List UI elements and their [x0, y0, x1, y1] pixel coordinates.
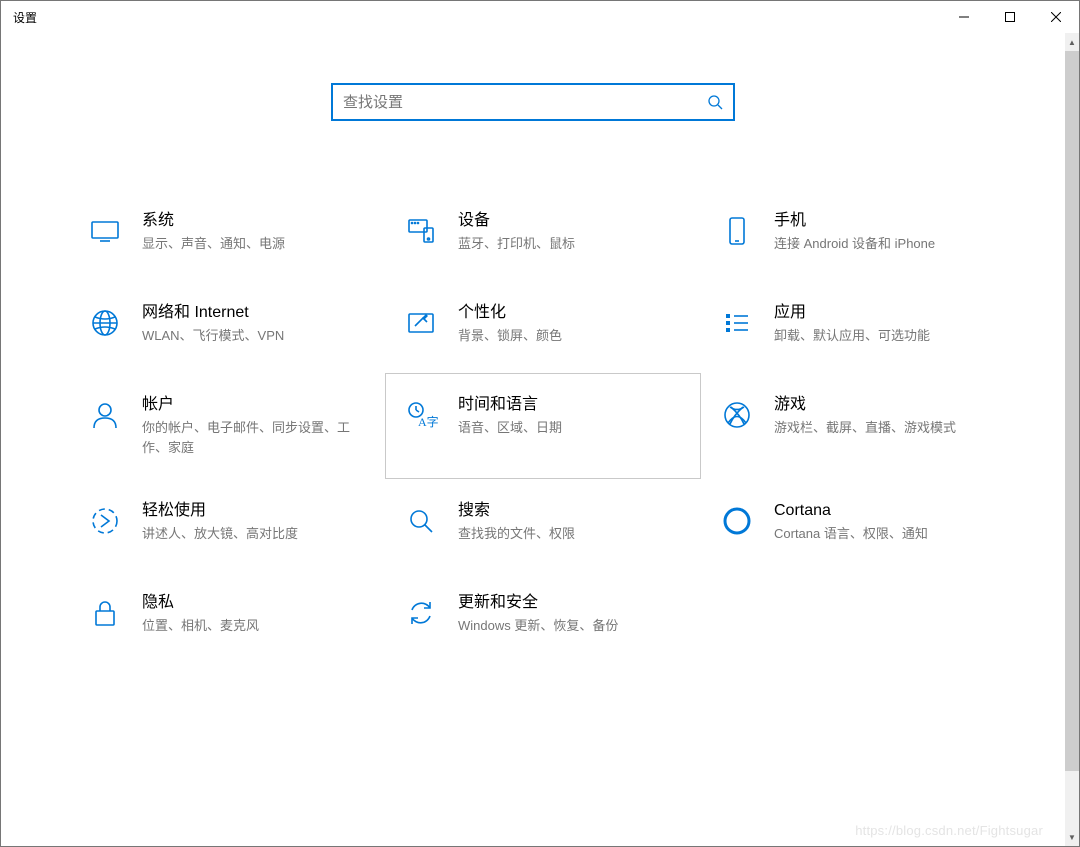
tile-update[interactable]: 更新和安全Windows 更新、恢复、备份	[385, 571, 701, 663]
tile-time-language[interactable]: A字 时间和语言语音、区域、日期	[385, 373, 701, 479]
tile-system[interactable]: 系统显示、声音、通知、电源	[69, 189, 385, 281]
tile-phone[interactable]: 手机连接 Android 设备和 iPhone	[701, 189, 1017, 281]
settings-grid: 系统显示、声音、通知、电源 设备蓝牙、打印机、鼠标 手机连接 Android 设备和…	[1, 141, 1065, 663]
tile-title: 轻松使用	[142, 500, 298, 522]
vertical-scrollbar[interactable]: ▲ ▼	[1065, 33, 1079, 846]
watermark: https://blog.csdn.net/Fightsugar	[855, 823, 1043, 838]
tile-description: 蓝牙、打印机、鼠标	[458, 234, 575, 254]
personalize-icon	[402, 304, 440, 342]
tile-title: 手机	[774, 210, 935, 232]
search-icon	[402, 502, 440, 540]
update-icon	[402, 594, 440, 632]
tile-text: 个性化背景、锁屏、颜色	[458, 302, 562, 346]
window-title: 设置	[1, 9, 37, 26]
tile-description: Cortana 语言、权限、通知	[774, 524, 928, 544]
apps-list-icon	[718, 304, 756, 342]
scrollbar-thumb[interactable]	[1065, 51, 1079, 771]
tile-ease-of-access[interactable]: 轻松使用讲述人、放大镜、高对比度	[69, 479, 385, 571]
tile-gaming[interactable]: 游戏游戏栏、截屏、直播、游戏模式	[701, 373, 1017, 479]
lock-icon	[86, 594, 124, 632]
phone-icon	[718, 212, 756, 250]
tile-text: 手机连接 Android 设备和 iPhone	[774, 210, 935, 254]
tile-description: 显示、声音、通知、电源	[142, 234, 285, 254]
tile-description: 位置、相机、麦克风	[142, 616, 259, 636]
globe-icon	[86, 304, 124, 342]
tile-description: 卸载、默认应用、可选功能	[774, 326, 930, 346]
tile-title: 系统	[142, 210, 285, 232]
tile-accounts[interactable]: 帐户你的帐户、电子邮件、同步设置、工作、家庭	[69, 373, 385, 479]
window-controls	[941, 1, 1079, 33]
tile-title: 游戏	[774, 394, 956, 416]
tile-description: 游戏栏、截屏、直播、游戏模式	[774, 418, 956, 438]
tile-description: 语音、区域、日期	[458, 418, 562, 438]
title-bar: 设置	[1, 1, 1079, 33]
tile-text: 轻松使用讲述人、放大镜、高对比度	[142, 500, 298, 544]
tile-text: 设备蓝牙、打印机、鼠标	[458, 210, 575, 254]
tile-text: 更新和安全Windows 更新、恢复、备份	[458, 592, 618, 636]
tile-cortana[interactable]: CortanaCortana 语言、权限、通知	[701, 479, 1017, 571]
tile-title: 搜索	[458, 500, 575, 522]
search-input[interactable]	[333, 85, 697, 119]
tile-description: 查找我的文件、权限	[458, 524, 575, 544]
tile-text: 帐户你的帐户、电子邮件、同步设置、工作、家庭	[142, 394, 362, 458]
minimize-button[interactable]	[941, 1, 987, 33]
maximize-button[interactable]	[987, 1, 1033, 33]
content-area: 系统显示、声音、通知、电源 设备蓝牙、打印机、鼠标 手机连接 Android 设备和…	[1, 33, 1065, 846]
close-button[interactable]	[1033, 1, 1079, 33]
scroll-down-icon[interactable]: ▼	[1065, 828, 1079, 846]
scroll-up-icon[interactable]: ▲	[1065, 33, 1079, 51]
tile-text: 系统显示、声音、通知、电源	[142, 210, 285, 254]
tile-description: WLAN、飞行模式、VPN	[142, 326, 284, 346]
tile-search[interactable]: 搜索查找我的文件、权限	[385, 479, 701, 571]
ease-of-access-icon	[86, 502, 124, 540]
tile-network[interactable]: 网络和 InternetWLAN、飞行模式、VPN	[69, 281, 385, 373]
cortana-icon	[718, 502, 756, 540]
devices-icon	[402, 212, 440, 250]
person-icon	[86, 396, 124, 434]
tile-text: 搜索查找我的文件、权限	[458, 500, 575, 544]
tile-title: 网络和 Internet	[142, 302, 284, 324]
tile-text: 应用卸载、默认应用、可选功能	[774, 302, 930, 346]
tile-title: 时间和语言	[458, 394, 562, 416]
tile-description: 连接 Android 设备和 iPhone	[774, 234, 935, 254]
tile-description: 你的帐户、电子邮件、同步设置、工作、家庭	[142, 418, 362, 458]
tile-privacy[interactable]: 隐私位置、相机、麦克风	[69, 571, 385, 663]
tile-text: 游戏游戏栏、截屏、直播、游戏模式	[774, 394, 956, 438]
tile-text: 隐私位置、相机、麦克风	[142, 592, 259, 636]
tile-title: 设备	[458, 210, 575, 232]
search-container	[1, 33, 1065, 141]
tile-devices[interactable]: 设备蓝牙、打印机、鼠标	[385, 189, 701, 281]
search-box[interactable]	[331, 83, 735, 121]
tile-title: 个性化	[458, 302, 562, 324]
tile-title: 帐户	[142, 394, 362, 416]
tile-title: 隐私	[142, 592, 259, 614]
tile-apps[interactable]: 应用卸载、默认应用、可选功能	[701, 281, 1017, 373]
tile-description: Windows 更新、恢复、备份	[458, 616, 618, 636]
tile-personalize[interactable]: 个性化背景、锁屏、颜色	[385, 281, 701, 373]
xbox-icon	[718, 396, 756, 434]
search-icon	[697, 94, 733, 110]
time-language-icon: A字	[402, 396, 440, 434]
tile-description: 讲述人、放大镜、高对比度	[142, 524, 298, 544]
tile-text: 网络和 InternetWLAN、飞行模式、VPN	[142, 302, 284, 346]
tile-text: CortanaCortana 语言、权限、通知	[774, 500, 928, 544]
svg-text:A字: A字	[418, 414, 438, 429]
settings-window: 设置 系统显示、声	[0, 0, 1080, 847]
tile-title: Cortana	[774, 500, 928, 522]
tile-text: 时间和语言语音、区域、日期	[458, 394, 562, 438]
tile-title: 更新和安全	[458, 592, 618, 614]
tile-description: 背景、锁屏、颜色	[458, 326, 562, 346]
tile-title: 应用	[774, 302, 930, 324]
display-icon	[86, 212, 124, 250]
